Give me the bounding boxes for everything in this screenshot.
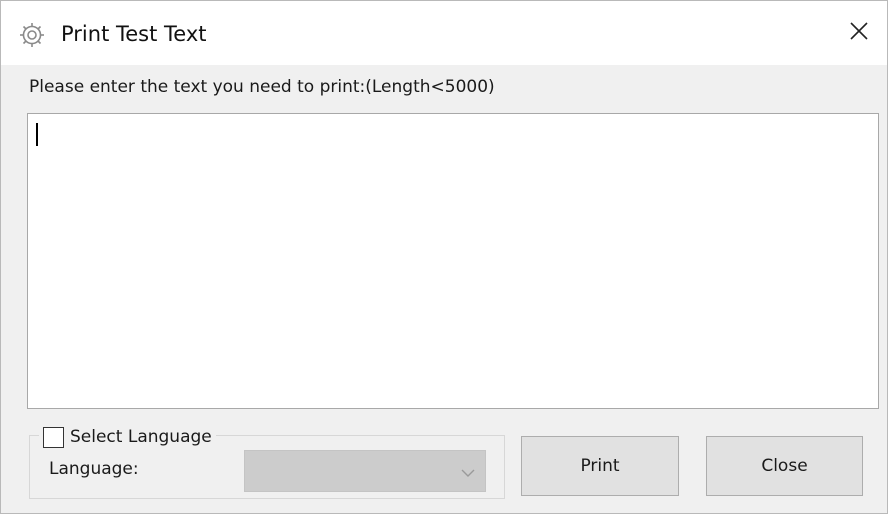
select-language-label: Select Language xyxy=(70,427,212,447)
close-icon xyxy=(849,21,869,45)
text-caret xyxy=(36,123,38,146)
select-language-checkbox[interactable] xyxy=(43,426,64,448)
chevron-down-icon xyxy=(459,463,477,481)
gear-icon xyxy=(18,21,46,49)
prompt-label: Please enter the text you need to print:… xyxy=(29,77,495,97)
title-bar[interactable]: Print Test Text xyxy=(1,1,887,65)
language-select[interactable] xyxy=(244,450,486,492)
window-title: Print Test Text xyxy=(61,22,207,46)
print-button[interactable]: Print xyxy=(521,436,679,496)
language-label: Language: xyxy=(49,459,139,479)
print-test-text-dialog: Print Test Text Please enter the text yo… xyxy=(0,0,888,514)
close-button[interactable]: Close xyxy=(706,436,863,496)
select-language-checkbox-row[interactable]: Select Language xyxy=(39,424,216,450)
close-window-button[interactable] xyxy=(831,1,887,65)
print-text-input[interactable] xyxy=(27,113,879,409)
